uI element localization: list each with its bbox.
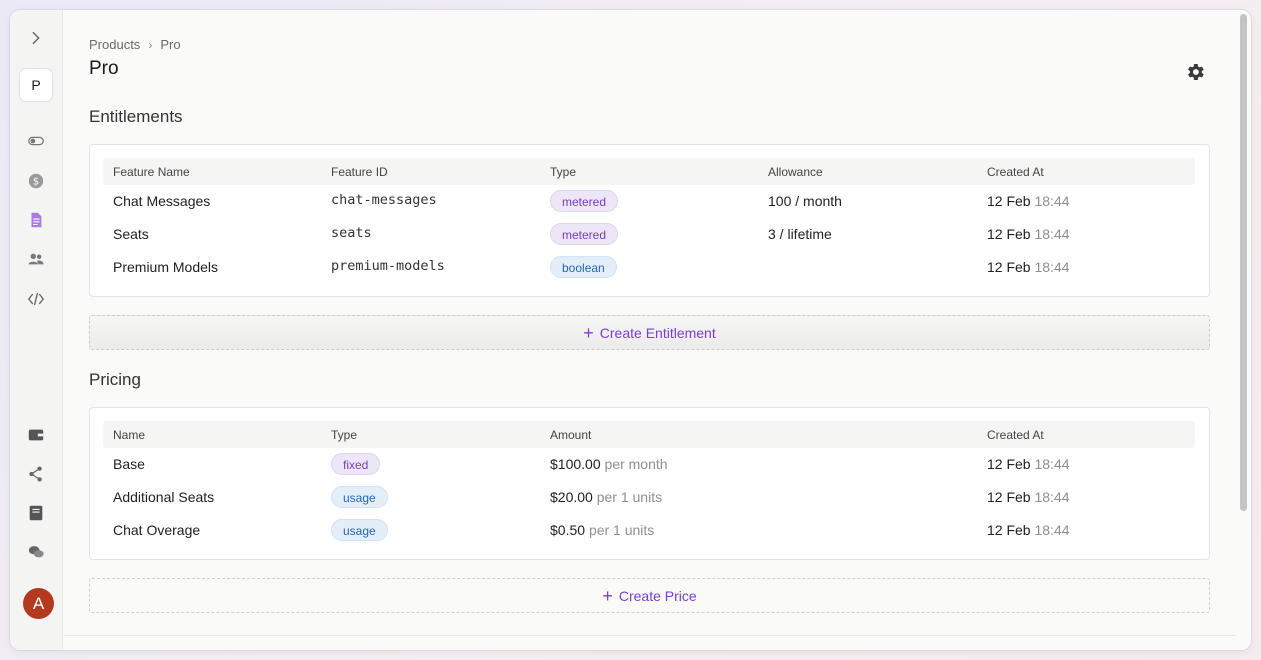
column-header: Allowance (768, 165, 823, 179)
feature-id: premium-models (331, 258, 445, 274)
column-header: Feature ID (331, 165, 388, 179)
amount-unit: per month (604, 456, 668, 472)
feature-name: Premium Models (113, 259, 219, 275)
created-time: 18:44 (1034, 259, 1070, 275)
allowance: 3 / lifetime (768, 226, 832, 242)
create-entitlement-button[interactable]: + Create Entitlement (89, 315, 1210, 350)
amount-unit: per 1 units (596, 489, 663, 505)
table-header: Name Type Amount Created At (103, 421, 1195, 448)
created-time: 18:44 (1034, 489, 1070, 505)
table-row[interactable]: Additional Seats usage $20.00 per 1 unit… (103, 481, 1195, 514)
project-letter: P (31, 77, 41, 93)
feature-id: seats (331, 225, 372, 241)
amount: $0.50 per 1 units (550, 522, 654, 538)
column-header: Created At (987, 428, 1044, 442)
avatar[interactable]: A (23, 588, 54, 619)
feature-id: chat-messages (331, 192, 437, 208)
created-at: 12 Feb 18:44 (987, 226, 1070, 242)
project-badge[interactable]: P (19, 68, 53, 102)
breadcrumb-separator: › (148, 37, 153, 52)
avatar-letter: A (32, 593, 45, 613)
create-price-button[interactable]: + Create Price (89, 578, 1210, 613)
created-at: 12 Feb 18:44 (987, 489, 1070, 505)
table-header: Feature Name Feature ID Type Allowance C… (103, 158, 1195, 185)
svg-text:$: $ (33, 177, 39, 188)
column-header: Feature Name (113, 165, 190, 179)
table-row[interactable]: Seats seats metered 3 / lifetime 12 Feb … (103, 218, 1195, 251)
type-badge: metered (550, 190, 619, 212)
column-header: Type (331, 428, 358, 442)
wallet-icon[interactable] (23, 422, 49, 448)
amount-value: $0.50 (550, 522, 586, 538)
document-icon[interactable] (23, 207, 49, 233)
book-icon[interactable] (23, 500, 49, 526)
price-name: Chat Overage (113, 522, 201, 538)
toggle-icon[interactable] (23, 128, 49, 154)
table-row[interactable]: Chat Overage usage $0.50 per 1 units 12 … (103, 514, 1195, 547)
amount: $20.00 per 1 units (550, 489, 662, 505)
pricing-title: Pricing (89, 370, 141, 389)
created-time: 18:44 (1034, 456, 1070, 472)
table-row[interactable]: Chat Messages chat-messages metered 100 … (103, 185, 1195, 218)
chat-icon[interactable] (23, 539, 49, 565)
column-header: Type (550, 165, 577, 179)
create-price-label: Create Price (618, 587, 697, 604)
breadcrumb: Products › Pro (89, 37, 181, 52)
share-icon[interactable] (23, 461, 49, 487)
table-row[interactable]: Premium Models premium-models boolean 12… (103, 251, 1195, 284)
breadcrumb-current: Pro (160, 37, 181, 52)
column-header: Created At (987, 165, 1044, 179)
users-icon[interactable] (23, 246, 49, 272)
create-entitlement-label: Create Entitlement (599, 324, 716, 341)
created-date: 12 Feb (987, 456, 1031, 472)
created-date: 12 Feb (987, 226, 1031, 242)
created-time: 18:44 (1034, 522, 1070, 538)
scrollbar-thumb[interactable] (1240, 14, 1247, 511)
app-window: P $ A Products › Pro Pro Entitlements Fe… (10, 10, 1251, 650)
type-badge: boolean (550, 256, 617, 278)
created-at: 12 Feb 18:44 (987, 259, 1070, 275)
created-date: 12 Feb (987, 489, 1031, 505)
price-name: Base (113, 456, 145, 472)
created-time: 18:44 (1034, 226, 1070, 242)
feature-name: Chat Messages (113, 193, 211, 209)
amount: $100.00 per month (550, 456, 668, 472)
expand-sidebar-icon[interactable] (23, 25, 49, 51)
created-at: 12 Feb 18:44 (987, 522, 1070, 538)
created-date: 12 Feb (987, 259, 1031, 275)
gear-icon[interactable] (1184, 61, 1206, 83)
table-row[interactable]: Base fixed $100.00 per month 12 Feb 18:4… (103, 448, 1195, 481)
type-badge: usage (331, 519, 388, 541)
plus-icon: + (602, 585, 613, 606)
amount-unit: per 1 units (588, 522, 655, 538)
breadcrumb-parent[interactable]: Products (89, 37, 140, 52)
column-header: Amount (550, 428, 592, 442)
amount-value: $100.00 (550, 456, 601, 472)
sidebar: P $ A (10, 10, 63, 650)
type-badge: metered (550, 223, 619, 245)
code-icon[interactable] (23, 286, 49, 312)
scrollbar[interactable] (1236, 10, 1251, 650)
entitlements-table: Feature Name Feature ID Type Allowance C… (89, 144, 1210, 297)
price-name: Additional Seats (113, 489, 215, 505)
created-at: 12 Feb 18:44 (987, 456, 1070, 472)
allowance: 100 / month (768, 193, 842, 209)
created-date: 12 Feb (987, 522, 1031, 538)
created-date: 12 Feb (987, 193, 1031, 209)
created-time: 18:44 (1034, 193, 1070, 209)
feature-name: Seats (113, 226, 149, 242)
type-badge: fixed (331, 453, 381, 475)
type-badge: usage (331, 486, 388, 508)
pricing-table: Name Type Amount Created At Base fixed $… (89, 407, 1210, 560)
entitlements-title: Entitlements (89, 107, 183, 126)
dollar-icon[interactable]: $ (23, 168, 49, 194)
page-title: Pro (89, 58, 119, 79)
amount-value: $20.00 (550, 489, 593, 505)
column-header: Name (113, 428, 146, 442)
main-content: Products › Pro Pro Entitlements Feature … (64, 10, 1236, 636)
created-at: 12 Feb 18:44 (987, 193, 1070, 209)
plus-icon: + (583, 322, 594, 343)
